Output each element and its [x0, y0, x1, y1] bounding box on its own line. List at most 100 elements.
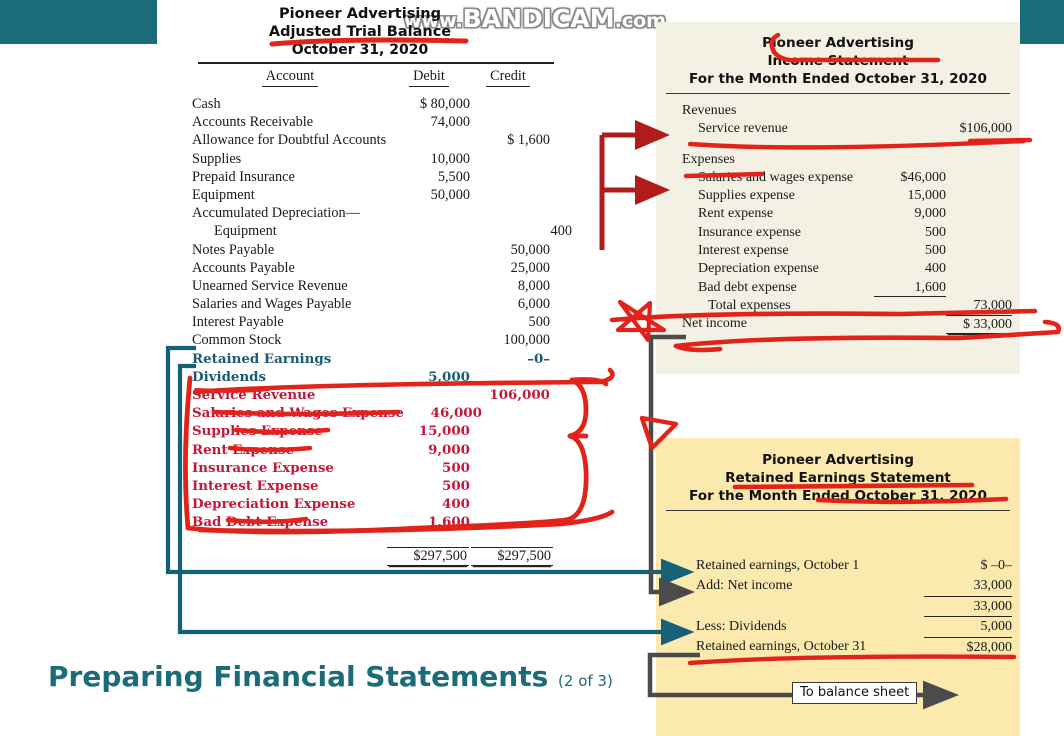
trial-balance-header-row: Account Debit Credit: [190, 68, 560, 87]
trial-balance-row: Retained Earnings –0–: [190, 350, 560, 368]
row-debit: [392, 331, 470, 349]
row-debit: [392, 350, 470, 368]
row-account: Dividends: [192, 368, 267, 385]
trial-balance-row: Supplies 10,000: [190, 150, 560, 168]
expense-row: Rent expense 9,000: [682, 205, 1012, 223]
row-debit: [392, 313, 470, 331]
service-revenue-label: Service revenue: [698, 121, 788, 137]
retained-earnings-period: For the Month Ended October 31, 2020: [689, 488, 987, 504]
trial-balance-row: Notes Payable 50,000: [190, 241, 560, 259]
row-account: Prepaid Insurance: [192, 168, 295, 185]
row-account: Notes Payable: [192, 241, 275, 258]
row-account: Service Revenue: [192, 387, 316, 403]
row-debit: 500: [442, 477, 470, 494]
column-header-credit: Credit: [486, 68, 530, 87]
trial-balance-row: Interest Expense 500: [190, 477, 560, 495]
re-label: [696, 597, 924, 617]
trial-balance-row: Insurance Expense 500: [190, 459, 560, 477]
row-credit: [470, 95, 550, 113]
expense-label: Interest expense: [698, 243, 789, 259]
income-statement-company: Pioneer Advertising: [762, 35, 914, 51]
trial-balance-company: Pioneer Advertising: [279, 6, 441, 22]
expense-label: Salaries and wages expense: [698, 169, 854, 185]
trial-balance-top-rule: [198, 62, 554, 64]
column-header-account: Account: [261, 68, 319, 87]
page-title-count: (2 of 3): [558, 672, 613, 690]
re-label: Retained earnings, October 31: [696, 639, 867, 655]
expense-row: Interest expense 500: [682, 242, 1012, 260]
trial-balance-row: Salaries and Wages Expense 46,000: [190, 404, 560, 422]
row-debit: [392, 204, 470, 222]
trial-balance-statement-name: Adjusted Trial Balance: [268, 24, 452, 40]
trial-balance-row: Service Revenue 106,000: [190, 386, 560, 404]
row-credit: [470, 477, 550, 495]
to-balance-sheet-box[interactable]: To balance sheet: [792, 682, 918, 704]
trial-balance-row: Salaries and Wages Payable 6,000: [190, 295, 560, 313]
row-credit: 106,000: [489, 387, 550, 403]
teal-decoration-bar-right: [1020, 0, 1064, 44]
retained-earnings-title: Retained Earnings Statement: [725, 470, 951, 486]
row-account: Rent Expense: [192, 441, 295, 458]
net-income-row: Net income $ 33,000: [682, 315, 1012, 334]
to-balance-sheet-label: To balance sheet: [800, 685, 910, 700]
trial-balance-totals-row: $297,500 $297,500: [190, 546, 560, 566]
retained-earnings-row: Retained earnings, October 1 $ –0–: [696, 556, 1012, 576]
row-credit: [470, 368, 550, 386]
page-title: Preparing Financial Statements (2 of 3): [48, 660, 613, 693]
row-debit: 1,600: [428, 514, 470, 531]
row-account: Equipment: [214, 223, 277, 240]
trial-balance-row: Dividends 5,000: [190, 368, 560, 386]
re-value: $ –0–: [980, 558, 1013, 573]
expense-value: $46,000: [900, 169, 947, 185]
expense-value: 9,000: [914, 206, 947, 222]
total-credit: $297,500: [471, 546, 553, 566]
expense-value: 1,600: [874, 279, 946, 297]
income-statement-period: For the Month Ended October 31, 2020: [689, 71, 987, 87]
row-debit: 5,000: [428, 368, 470, 385]
expense-row: Supplies expense 15,000: [682, 187, 1012, 205]
row-debit: 15,000: [418, 423, 470, 440]
row-credit: 6,000: [517, 296, 550, 313]
row-credit: [482, 404, 562, 422]
row-account: Accumulated Depreciation—: [192, 205, 360, 222]
expense-row: Depreciation expense 400: [682, 260, 1012, 278]
trial-balance-date: October 31, 2020: [291, 42, 429, 58]
row-credit: 500: [528, 314, 550, 331]
row-account: Unearned Service Revenue: [192, 277, 348, 294]
trial-balance-row: Interest Payable 500: [190, 313, 560, 331]
expense-row: Salaries and wages expense $46,000: [682, 169, 1012, 187]
expense-label: Supplies expense: [698, 188, 795, 204]
row-debit: $ 80,000: [419, 96, 470, 112]
row-credit: [470, 441, 550, 459]
row-debit: 10,000: [430, 150, 470, 167]
row-credit: [470, 204, 550, 222]
row-credit: 25,000: [510, 259, 550, 276]
adjusted-trial-balance: Pioneer Advertising Adjusted Trial Balan…: [160, 0, 572, 600]
row-account: Supplies: [192, 150, 242, 167]
total-debit: $297,500: [387, 546, 469, 566]
re-value: 33,000: [924, 576, 1012, 597]
row-account: Salaries and Wages Payable: [192, 296, 352, 313]
income-statement-title: Income Statement: [767, 53, 909, 69]
trial-balance-row: Accounts Payable 25,000: [190, 259, 560, 277]
row-debit: 400: [442, 496, 470, 513]
service-revenue-value: $106,000: [959, 121, 1013, 137]
row-credit: [470, 186, 550, 204]
expense-label: Bad debt expense: [698, 279, 797, 295]
row-account: Cash: [192, 96, 221, 112]
row-account: Accounts Payable: [192, 259, 295, 276]
trial-balance-row: Supplies Expense 15,000: [190, 422, 560, 440]
row-account: Bad Debt Expense: [192, 514, 329, 531]
row-account: Allowance for Doubtful Accounts: [192, 132, 387, 149]
row-debit: [414, 222, 492, 240]
expense-value: 500: [925, 224, 946, 240]
trial-balance-row: Equipment 400: [190, 222, 572, 240]
row-debit: [392, 277, 470, 295]
retained-earnings-body: Retained earnings, October 1 $ –0– Add: Ne…: [696, 556, 1012, 657]
trial-balance-row: Accounts Receivable 74,000: [190, 113, 560, 131]
expense-label: Depreciation expense: [698, 261, 819, 277]
page-title-text: Preparing Financial Statements: [48, 660, 549, 693]
expense-value: 500: [925, 243, 946, 259]
row-account: Insurance Expense: [192, 459, 334, 476]
row-account: Retained Earnings: [192, 350, 332, 367]
